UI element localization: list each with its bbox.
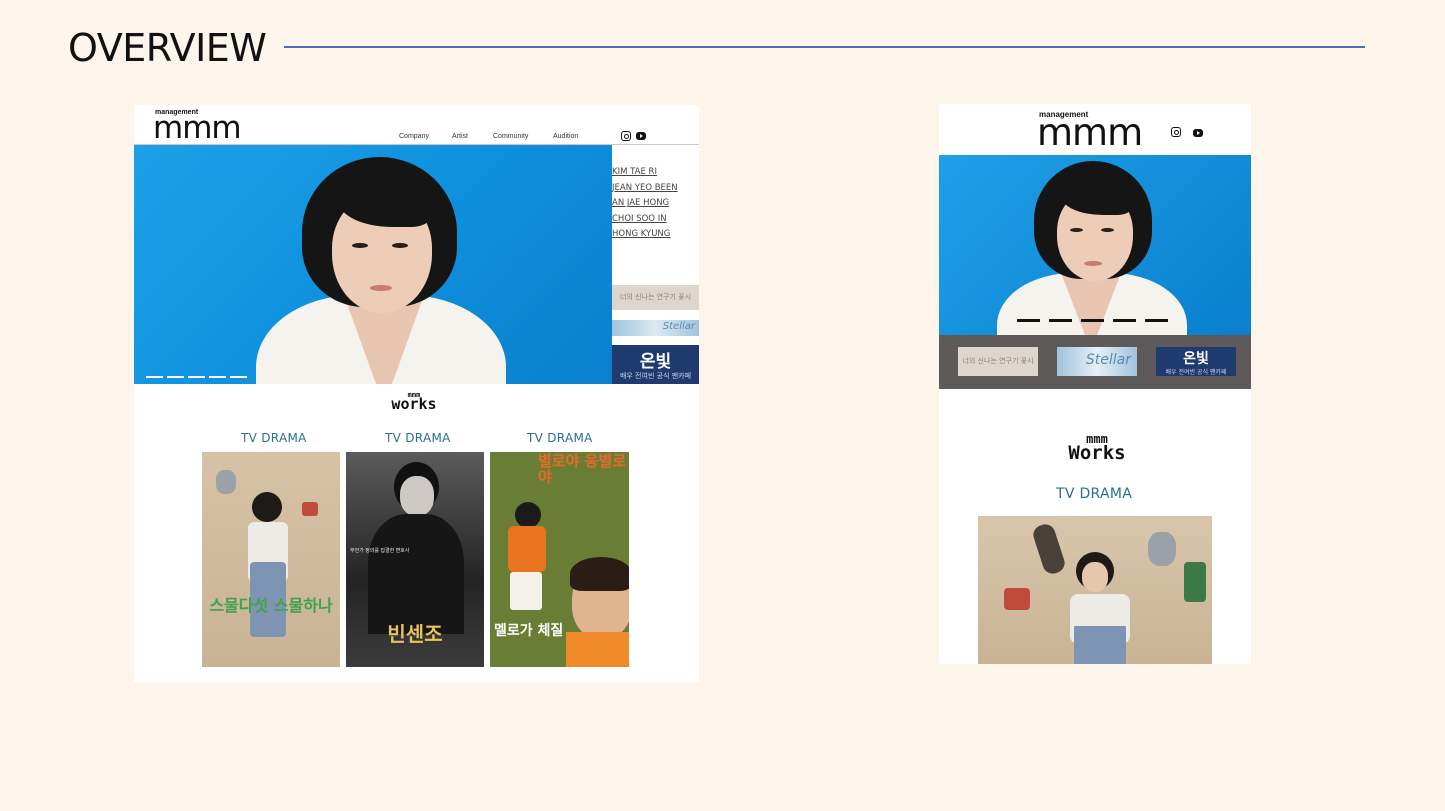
- page-title: OVERVIEW: [68, 26, 267, 70]
- works-logo: mmm Works: [1068, 432, 1126, 464]
- poster-melo-is-my-nature[interactable]: 별로야 응별로야 멜로가 체질: [490, 452, 629, 667]
- drama-label-2: TV DRAMA: [385, 431, 451, 445]
- drama-label: TV DRAMA: [1056, 486, 1133, 502]
- fancafe-banner-3[interactable]: 온빛 배우 전여빈 공식 팬카페: [612, 345, 699, 384]
- drama-label-3: TV DRAMA: [527, 431, 593, 445]
- fancafe-banner-3[interactable]: 온빛 배우 전여빈 공식 팬카페: [1156, 347, 1236, 376]
- site-header: management mmm Company Artist Community …: [134, 105, 699, 145]
- poster-twenty-five-twenty-one[interactable]: 스물다섯 스물하나: [202, 452, 340, 667]
- poster-vincenzo[interactable]: 무언가 정의를 집결한 변호사 빈센조: [346, 452, 484, 667]
- artist-link-an-jae-hong[interactable]: AN JAE HONG: [612, 196, 678, 212]
- poster-tagline: 무언가 정의를 집결한 변호사: [350, 548, 410, 554]
- nav-audition[interactable]: Audition: [553, 133, 578, 140]
- nav-community[interactable]: Community: [493, 133, 528, 140]
- youtube-icon[interactable]: [1193, 129, 1203, 137]
- fancafe-banner-1[interactable]: 너의 신나는 연구기 꽃시: [612, 285, 699, 310]
- logo-mmm[interactable]: mmm: [1037, 114, 1143, 151]
- instagram-icon[interactable]: [1171, 127, 1181, 137]
- poster-title: 스물다섯 스물하나: [209, 596, 333, 615]
- works-logo: mmm works: [391, 391, 437, 414]
- poster-twenty-five-twenty-one[interactable]: [978, 516, 1212, 664]
- artist-list: KIM TAE RI JEAN YEO BEEN AN JAE HONG CHO…: [612, 145, 699, 384]
- fancafe-banner-2[interactable]: Stellar: [1057, 347, 1137, 376]
- fancafe-banner-strip: 너의 신나는 연구기 꽃시 Stellar 온빛 배우 전여빈 공식 팬카페: [939, 335, 1251, 389]
- mobile-mockup: management mmm 너의 신나는 연구기 꽃시 Stellar 온빛 …: [939, 104, 1251, 664]
- title-divider: [284, 46, 1365, 48]
- fancafe-banner-1[interactable]: 너의 신나는 연구기 꽃시: [958, 347, 1038, 376]
- hero-image: [134, 145, 612, 384]
- nav-artist[interactable]: Artist: [452, 133, 468, 140]
- artist-link-hong-kyung[interactable]: HONG KYUNG: [612, 227, 678, 243]
- logo-mmm[interactable]: mmm: [153, 113, 242, 144]
- artist-link-jean-yeo-been[interactable]: JEAN YEO BEEN: [612, 181, 678, 197]
- nav-company[interactable]: Company: [399, 133, 429, 140]
- slider-indicators[interactable]: [1017, 319, 1168, 322]
- hero-image: [939, 155, 1251, 335]
- slider-indicators[interactable]: [146, 376, 247, 378]
- poster-title: 빈센조: [387, 622, 443, 646]
- artist-link-choi-soo-in[interactable]: CHOI SOO IN: [612, 212, 678, 228]
- poster-tagline: 별로야 응별로야: [538, 452, 627, 486]
- drama-label-1: TV DRAMA: [241, 431, 307, 445]
- youtube-icon[interactable]: [636, 132, 646, 140]
- fancafe-banner-2[interactable]: Stellar: [612, 320, 699, 336]
- artist-link-kim-tae-ri[interactable]: KIM TAE RI: [612, 165, 678, 181]
- instagram-icon[interactable]: [621, 131, 631, 141]
- desktop-mockup: management mmm Company Artist Community …: [134, 105, 699, 682]
- poster-title: 멜로가 체질: [494, 623, 564, 639]
